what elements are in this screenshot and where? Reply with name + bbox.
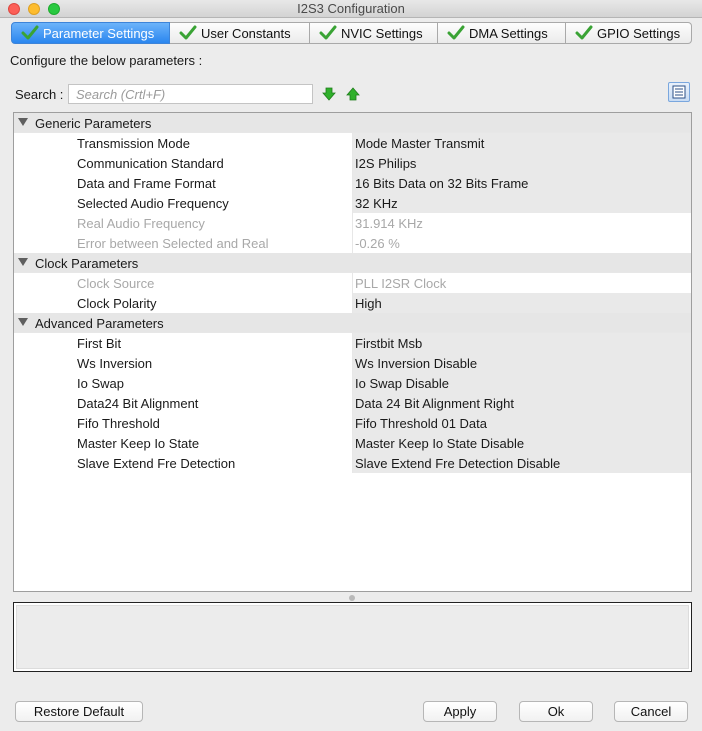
group-advanced-parameters[interactable]: Advanced Parameters	[14, 313, 691, 333]
param-value[interactable]: Data 24 Bit Alignment Right	[353, 393, 691, 413]
param-row-real-audio-frequency: Real Audio Frequency 31.914 KHz	[14, 213, 691, 233]
collapse-triangle-icon[interactable]	[18, 258, 28, 266]
configure-label: Configure the below parameters :	[10, 53, 203, 68]
check-icon	[319, 25, 337, 40]
param-name: Ws Inversion	[14, 353, 353, 373]
tab-nvic-settings[interactable]: NVIC Settings	[310, 22, 438, 44]
tab-label: DMA Settings	[469, 25, 548, 41]
param-value[interactable]: I2S Philips	[353, 153, 691, 173]
param-value[interactable]: Mode Master Transmit	[353, 133, 691, 153]
search-label: Search :	[15, 87, 64, 102]
param-name: First Bit	[14, 333, 353, 353]
tab-gpio-settings[interactable]: GPIO Settings	[566, 22, 692, 44]
param-name: Io Swap	[14, 373, 353, 393]
splitter-handle[interactable]	[349, 595, 355, 601]
cancel-button[interactable]: Cancel	[614, 701, 688, 722]
param-row-slave-extend-fre-detection[interactable]: Slave Extend Fre Detection Slave Extend …	[14, 453, 691, 473]
param-value[interactable]: Firstbit Msb	[353, 333, 691, 353]
group-label: Generic Parameters	[35, 116, 152, 131]
param-row-selected-audio-frequency[interactable]: Selected Audio Frequency 32 KHz	[14, 193, 691, 213]
list-view-toggle-button[interactable]	[668, 82, 690, 102]
param-name: Master Keep Io State	[14, 433, 353, 453]
parameter-tree: Generic Parameters Transmission Mode Mod…	[13, 112, 692, 592]
param-name: Communication Standard	[14, 153, 353, 173]
check-icon	[575, 25, 593, 40]
param-value[interactable]: 32 KHz	[353, 193, 691, 213]
param-name: Real Audio Frequency	[14, 213, 353, 233]
apply-button[interactable]: Apply	[423, 701, 497, 722]
param-row-clock-source: Clock Source PLL I2SR Clock	[14, 273, 691, 293]
param-name: Selected Audio Frequency	[14, 193, 353, 213]
param-value[interactable]: Slave Extend Fre Detection Disable	[353, 453, 691, 473]
ok-button[interactable]: Ok	[519, 701, 593, 722]
description-area	[16, 605, 689, 669]
param-row-io-swap[interactable]: Io Swap Io Swap Disable	[14, 373, 691, 393]
param-name: Clock Source	[14, 273, 353, 293]
group-label: Clock Parameters	[35, 256, 139, 271]
param-row-data24-bit-alignment[interactable]: Data24 Bit Alignment Data 24 Bit Alignme…	[14, 393, 691, 413]
title-bar: I2S3 Configuration	[0, 0, 702, 18]
list-view-icon	[672, 85, 686, 99]
param-row-master-keep-io-state[interactable]: Master Keep Io State Master Keep Io Stat…	[14, 433, 691, 453]
search-input[interactable]	[68, 84, 313, 104]
param-value: PLL I2SR Clock	[353, 273, 691, 293]
tab-label: User Constants	[201, 25, 291, 41]
check-icon	[179, 25, 197, 40]
tab-label: Parameter Settings	[43, 25, 155, 41]
arrow-down-icon[interactable]	[322, 87, 336, 101]
param-value: -0.26 %	[353, 233, 691, 253]
tab-user-constants[interactable]: User Constants	[170, 22, 310, 44]
window-title: I2S3 Configuration	[297, 1, 405, 16]
group-label: Advanced Parameters	[35, 316, 164, 331]
param-value[interactable]: Master Keep Io State Disable	[353, 433, 691, 453]
param-row-ws-inversion[interactable]: Ws Inversion Ws Inversion Disable	[14, 353, 691, 373]
param-name: Fifo Threshold	[14, 413, 353, 433]
param-value[interactable]: Ws Inversion Disable	[353, 353, 691, 373]
param-name: Transmission Mode	[14, 133, 353, 153]
param-name: Data24 Bit Alignment	[14, 393, 353, 413]
tab-bar: Parameter Settings User Constants NVIC S…	[11, 22, 692, 44]
param-row-data-frame-format[interactable]: Data and Frame Format 16 Bits Data on 32…	[14, 173, 691, 193]
group-clock-parameters[interactable]: Clock Parameters	[14, 253, 691, 273]
check-icon	[447, 25, 465, 40]
collapse-triangle-icon[interactable]	[18, 118, 28, 126]
param-row-clock-polarity[interactable]: Clock Polarity High	[14, 293, 691, 313]
check-icon	[21, 25, 39, 40]
tab-label: GPIO Settings	[597, 25, 681, 41]
param-row-transmission-mode[interactable]: Transmission Mode Mode Master Transmit	[14, 133, 691, 153]
param-value[interactable]: Io Swap Disable	[353, 373, 691, 393]
param-name: Data and Frame Format	[14, 173, 353, 193]
param-row-first-bit[interactable]: First Bit Firstbit Msb	[14, 333, 691, 353]
param-row-error-selected-real: Error between Selected and Real -0.26 %	[14, 233, 691, 253]
param-name: Slave Extend Fre Detection	[14, 453, 353, 473]
param-row-communication-standard[interactable]: Communication Standard I2S Philips	[14, 153, 691, 173]
param-name: Error between Selected and Real	[14, 233, 353, 253]
tab-parameter-settings[interactable]: Parameter Settings	[11, 22, 170, 44]
restore-default-button[interactable]: Restore Default	[15, 701, 143, 722]
arrow-up-icon[interactable]	[346, 87, 360, 101]
tab-dma-settings[interactable]: DMA Settings	[438, 22, 566, 44]
param-value[interactable]: High	[353, 293, 691, 313]
param-row-fifo-threshold[interactable]: Fifo Threshold Fifo Threshold 01 Data	[14, 413, 691, 433]
group-generic-parameters[interactable]: Generic Parameters	[14, 113, 691, 133]
tab-label: NVIC Settings	[341, 25, 423, 41]
collapse-triangle-icon[interactable]	[18, 318, 28, 326]
param-value[interactable]: Fifo Threshold 01 Data	[353, 413, 691, 433]
description-panel	[13, 602, 692, 672]
param-value[interactable]: 16 Bits Data on 32 Bits Frame	[353, 173, 691, 193]
param-name: Clock Polarity	[14, 293, 353, 313]
param-value: 31.914 KHz	[353, 213, 691, 233]
